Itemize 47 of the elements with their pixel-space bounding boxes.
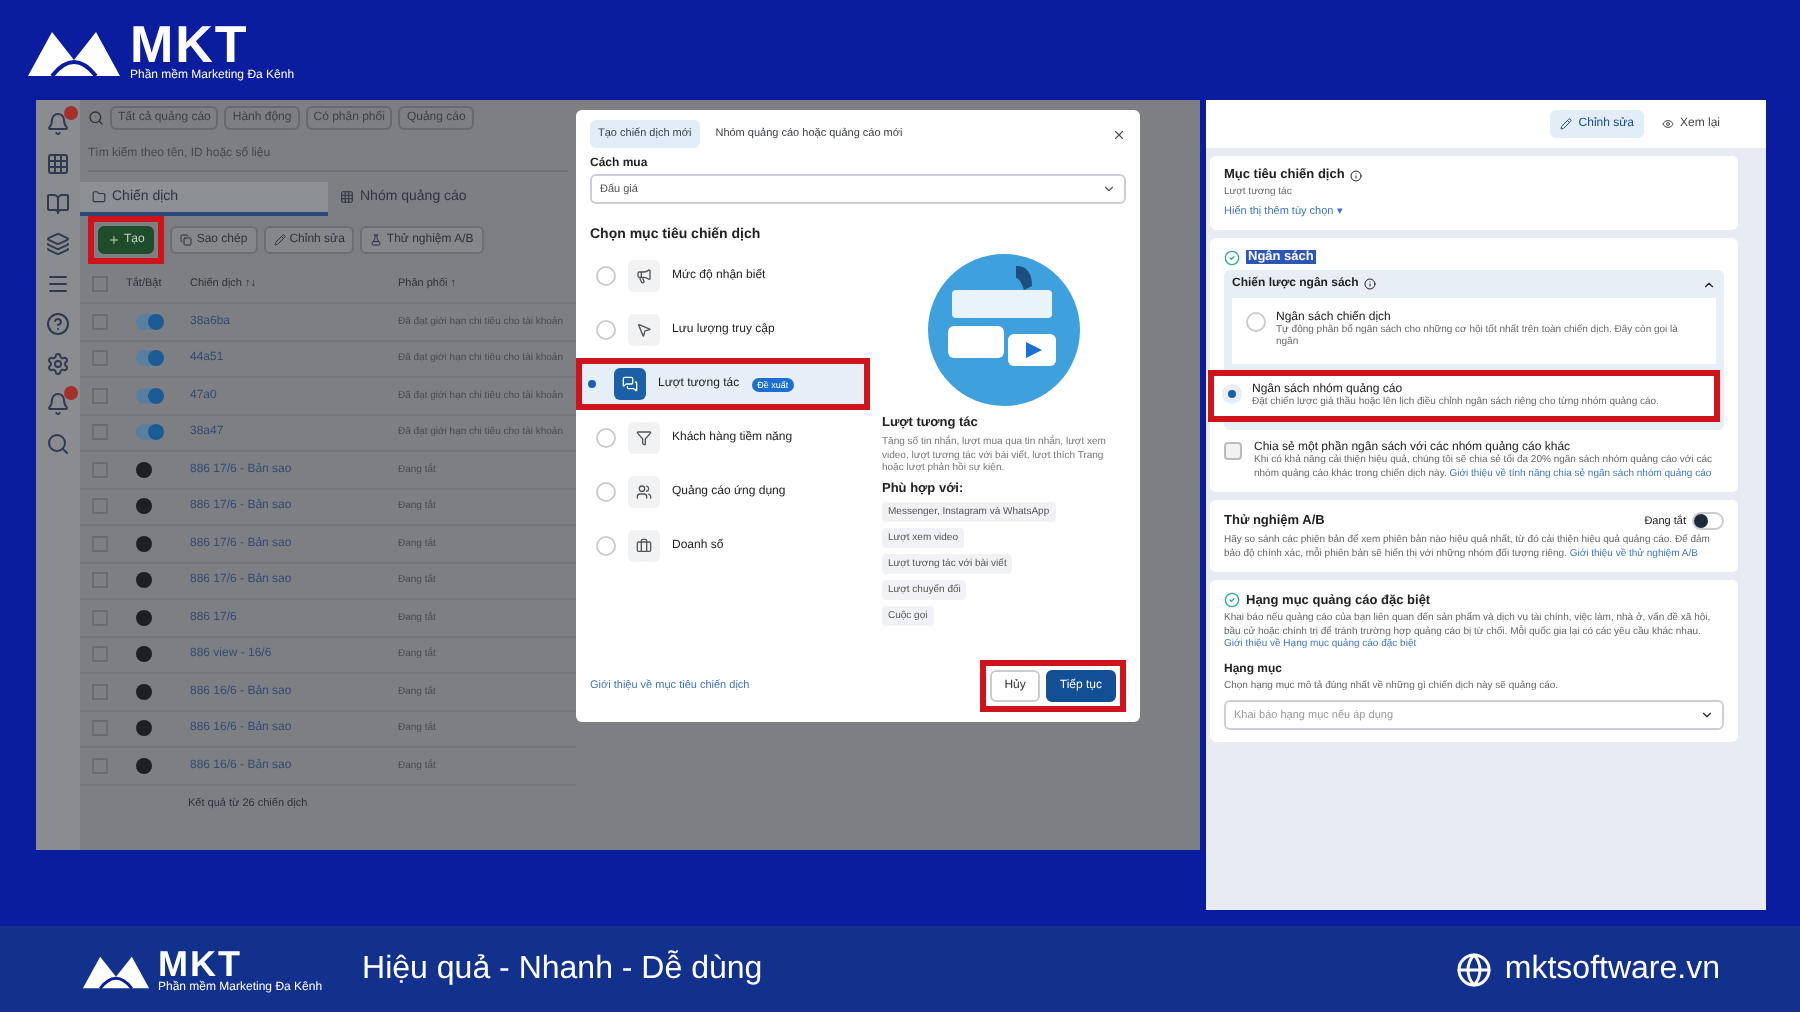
- radio-button[interactable]: [596, 266, 616, 286]
- toggle-switch[interactable]: [136, 387, 164, 404]
- website-link[interactable]: mktsoftware.vn: [1504, 951, 1720, 987]
- radio-button[interactable]: [596, 536, 616, 556]
- check-icon: [1224, 592, 1240, 608]
- eye-icon: [1661, 118, 1674, 130]
- checkbox[interactable]: [1224, 442, 1242, 460]
- search-icon[interactable]: [88, 110, 104, 126]
- globe-icon: [1456, 951, 1493, 987]
- brand-name: MKT: [130, 18, 249, 70]
- pencil-icon: [1560, 118, 1573, 130]
- caret-icon: [1102, 182, 1116, 196]
- rail-icon[interactable]: [46, 432, 70, 456]
- folder-icon: [92, 190, 106, 204]
- rail-icon[interactable]: [46, 192, 70, 216]
- rail-icon[interactable]: [46, 272, 70, 296]
- people-icon: [628, 476, 660, 508]
- toggle-switch[interactable]: [1692, 512, 1724, 530]
- flask-icon: [370, 234, 383, 246]
- slogan: Hiệu quả - Nhanh - Dễ dùng: [362, 951, 763, 987]
- check-icon: [1224, 249, 1240, 265]
- grid-icon: [340, 190, 354, 204]
- rail-icon[interactable]: [46, 352, 70, 376]
- pencil-icon: [273, 234, 286, 246]
- radio-button[interactable]: [596, 482, 616, 502]
- rail-icon[interactable]: [46, 152, 70, 176]
- toggle-switch[interactable]: [136, 313, 164, 330]
- info-icon[interactable]: [1350, 169, 1363, 181]
- pointer-icon: [628, 314, 660, 346]
- toggle-switch[interactable]: [136, 350, 164, 367]
- info-icon[interactable]: [1364, 278, 1377, 290]
- caret-icon: [1700, 708, 1714, 722]
- brand-name: MKT: [158, 945, 242, 981]
- radio-button[interactable]: [596, 320, 616, 340]
- toggle-switch[interactable]: [136, 424, 164, 441]
- radio-button[interactable]: [596, 428, 616, 448]
- close-icon[interactable]: [1112, 127, 1126, 141]
- rail-icon[interactable]: [46, 312, 70, 336]
- copy-icon: [180, 234, 193, 246]
- collapse-icon[interactable]: [1702, 277, 1716, 291]
- plus-icon: [108, 234, 120, 246]
- radio-button[interactable]: [1246, 311, 1266, 331]
- megaphone-icon: [628, 260, 660, 292]
- funnel-icon: [628, 422, 660, 454]
- rail-icon[interactable]: [46, 232, 70, 256]
- briefcase-icon: [628, 530, 660, 562]
- chat-bubbles-icon: [614, 368, 646, 400]
